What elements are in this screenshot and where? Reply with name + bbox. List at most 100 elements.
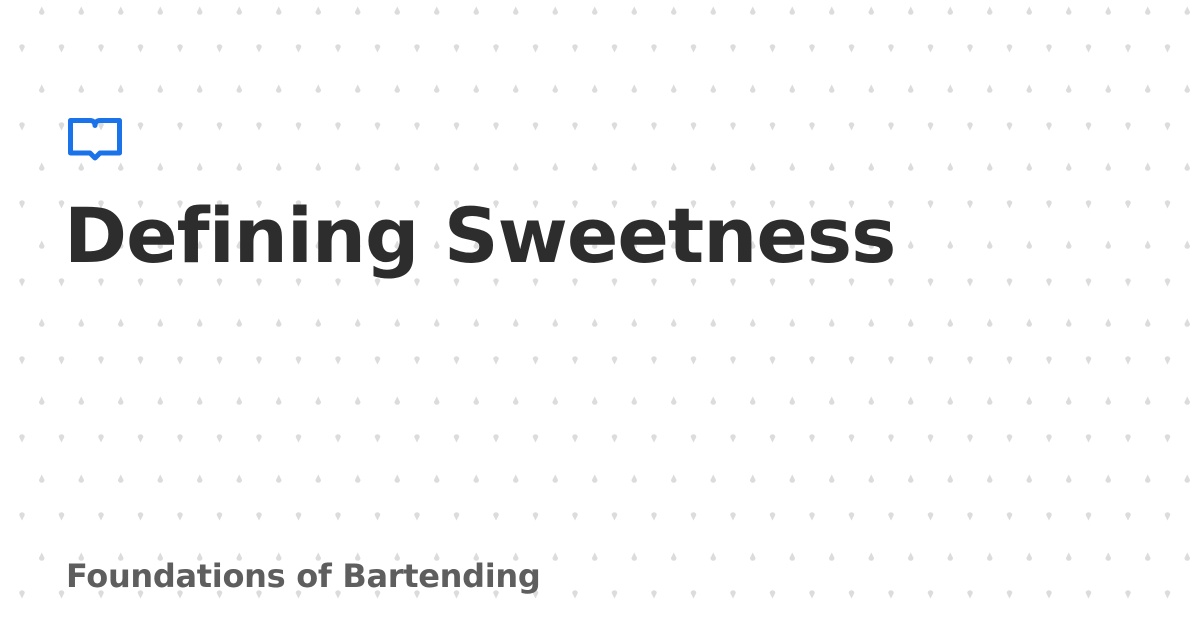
pattern-dot <box>374 122 381 131</box>
pattern-dot <box>809 590 815 599</box>
pattern-dot <box>1184 6 1191 15</box>
pattern-dot <box>631 552 638 561</box>
pattern-dot <box>38 162 45 171</box>
pattern-dot <box>967 512 973 521</box>
pattern-dot <box>888 356 894 365</box>
pattern-dot <box>374 512 381 521</box>
pattern-dot <box>710 552 717 561</box>
pattern-dot <box>710 396 717 405</box>
pattern-dot <box>453 356 460 365</box>
pattern-dot <box>986 318 993 327</box>
pattern-dot <box>670 84 677 93</box>
pattern-dot <box>256 356 262 365</box>
pattern-dot <box>907 552 914 561</box>
pattern-dot <box>117 6 124 15</box>
pattern-dot <box>591 318 598 327</box>
pattern-dot <box>828 84 835 93</box>
open-book-icon <box>68 118 122 161</box>
pattern-dot <box>177 434 183 443</box>
pattern-dot <box>394 6 401 15</box>
pattern-dot <box>512 6 519 15</box>
pattern-dot <box>433 84 440 93</box>
pattern-dot <box>888 122 894 131</box>
pattern-dot <box>58 356 65 365</box>
pattern-dot <box>216 512 223 521</box>
pattern-dot <box>1105 162 1112 171</box>
pattern-dot <box>1046 356 1052 365</box>
pattern-dot <box>117 162 124 171</box>
pattern-dot <box>157 6 164 15</box>
pattern-dot <box>868 84 875 93</box>
pattern-dot <box>1006 590 1013 599</box>
pattern-dot <box>651 122 657 131</box>
pattern-dot <box>78 396 85 405</box>
pattern-dot <box>19 200 25 209</box>
pattern-dot <box>236 318 243 327</box>
pattern-dot <box>117 396 124 405</box>
pattern-dot <box>730 44 736 53</box>
pattern-dot <box>947 6 954 15</box>
pattern-dot <box>828 162 835 171</box>
pattern-dot <box>354 162 361 171</box>
pattern-dot <box>907 6 914 15</box>
pattern-dot <box>986 552 993 561</box>
pattern-dot <box>611 122 618 131</box>
pattern-dot <box>196 396 203 405</box>
pattern-dot <box>1065 84 1072 93</box>
pattern-dot <box>532 44 539 53</box>
pattern-dot <box>730 122 736 131</box>
pattern-dot <box>137 356 144 365</box>
pattern-dot <box>256 434 262 443</box>
pattern-dot <box>1026 162 1033 171</box>
pattern-dot <box>256 122 262 131</box>
pattern-dot <box>38 84 45 93</box>
pattern-dot <box>809 356 815 365</box>
pattern-dot <box>453 44 460 53</box>
pattern-dot <box>809 44 815 53</box>
pattern-dot <box>117 318 124 327</box>
pattern-dot <box>19 44 25 53</box>
pattern-dot <box>335 356 341 365</box>
pattern-dot <box>868 6 875 15</box>
pattern-dot <box>78 84 85 93</box>
pattern-dot <box>414 434 420 443</box>
pattern-dot <box>38 474 45 483</box>
pattern-dot <box>749 6 756 15</box>
pattern-dot <box>433 318 440 327</box>
pattern-dot <box>98 512 104 521</box>
pattern-dot <box>256 512 262 521</box>
pattern-dot <box>1006 122 1013 131</box>
pattern-dot <box>1125 200 1131 209</box>
pattern-dot <box>473 474 480 483</box>
pattern-dot <box>848 356 855 365</box>
pattern-dot <box>986 474 993 483</box>
pattern-dot <box>1085 434 1092 443</box>
pattern-dot <box>216 356 223 365</box>
pattern-dot <box>1144 240 1151 249</box>
pattern-dot <box>907 162 914 171</box>
pattern-dot <box>749 474 756 483</box>
pattern-dot <box>532 434 539 443</box>
pattern-dot <box>177 44 183 53</box>
pattern-dot <box>216 44 223 53</box>
pattern-dot <box>591 162 598 171</box>
pattern-dot <box>967 356 973 365</box>
pattern-dot <box>512 84 519 93</box>
pattern-dot <box>888 512 894 521</box>
pattern-dot <box>611 356 618 365</box>
pattern-dot <box>828 474 835 483</box>
pattern-dot <box>789 84 796 93</box>
pattern-dot <box>414 356 420 365</box>
pattern-dot <box>1046 434 1052 443</box>
pattern-dot <box>690 512 697 521</box>
pattern-dot <box>58 44 65 53</box>
pattern-dot <box>690 44 697 53</box>
pattern-dot <box>670 162 677 171</box>
pattern-dot <box>137 44 144 53</box>
pattern-dot <box>1026 318 1033 327</box>
pattern-dot <box>868 474 875 483</box>
pattern-dot <box>19 434 25 443</box>
pattern-dot <box>335 44 341 53</box>
pattern-dot <box>670 552 677 561</box>
pattern-dot <box>1144 474 1151 483</box>
